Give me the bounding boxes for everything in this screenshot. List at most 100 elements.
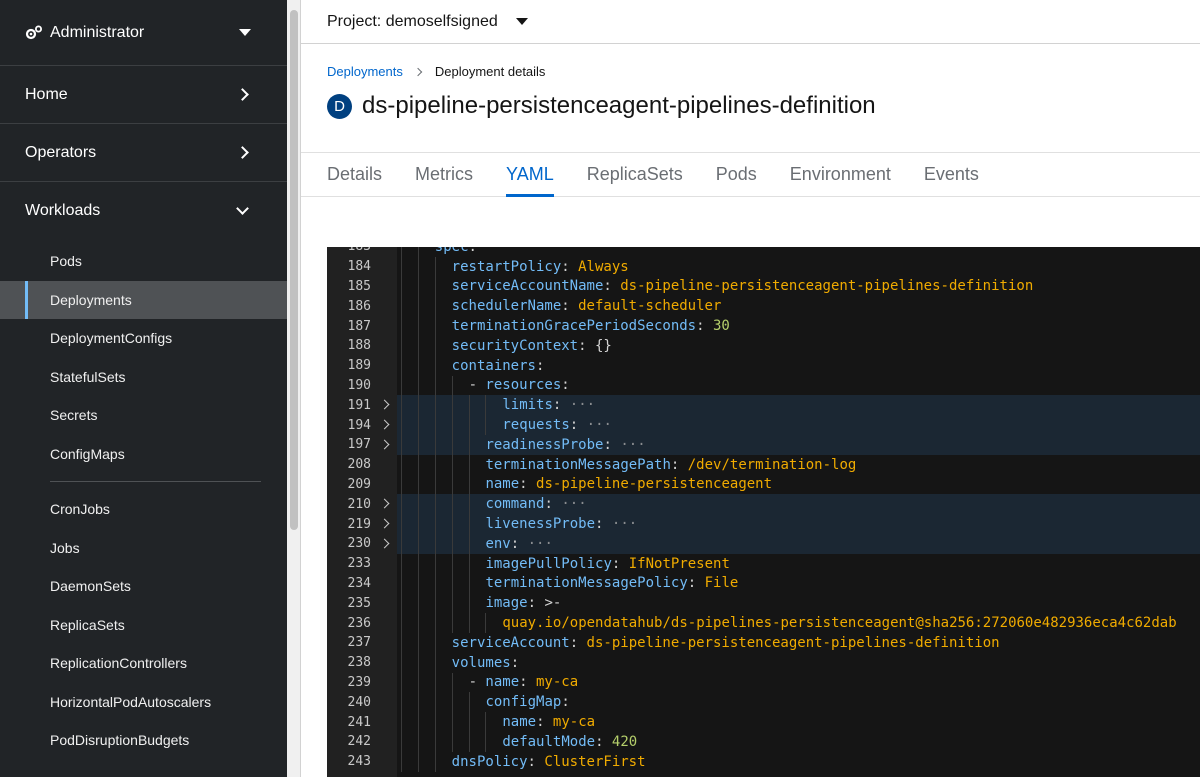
folded-ellipsis[interactable]: ··· (553, 496, 586, 512)
editor-line[interactable]: 190 - resources: (327, 375, 1200, 396)
folded-ellipsis[interactable]: ··· (603, 516, 637, 532)
indent-guide (451, 474, 469, 495)
fold-gutter (371, 455, 397, 475)
indent-guide (485, 415, 502, 435)
sidebar-item-statefulsets[interactable]: StatefulSets (0, 358, 287, 397)
editor-line[interactable]: 236 quay.io/opendatahub/ds-pipelines-pers… (327, 613, 1200, 633)
tab-replicasets[interactable]: ReplicaSets (587, 153, 683, 196)
editor-line[interactable]: 183 spec: (327, 247, 1200, 257)
editor-line[interactable]: 233 imagePullPolicy: IfNotPresent (327, 553, 1200, 574)
yaml-editor[interactable]: 183 spec: 184 restartPolicy: Always 185 servi… (327, 247, 1200, 777)
editor-line[interactable]: 210 command: ··· (327, 494, 1200, 515)
yaml-colon: : (603, 436, 612, 453)
sidebar-item-pods[interactable]: Pods (0, 242, 287, 281)
tab-environment[interactable]: Environment (790, 153, 891, 196)
yaml-value: 30 (712, 318, 730, 335)
indent-guide (434, 375, 452, 396)
scrollbar-thumb[interactable] (290, 10, 298, 530)
folded-ellipsis[interactable]: ··· (612, 437, 645, 453)
chevron-right-icon[interactable] (379, 399, 390, 410)
nav-section-operators[interactable]: Operators (0, 124, 287, 182)
fold-gutter[interactable] (371, 395, 397, 415)
chevron-right-icon[interactable] (379, 439, 390, 450)
indent-guide (417, 395, 435, 416)
editor-line[interactable]: 243 dnsPolicy: ClusterFirst (327, 751, 1200, 772)
yaml-key: resources (485, 377, 562, 394)
sidebar-item-horizontalpodautoscalers[interactable]: HorizontalPodAutoscalers (0, 683, 287, 722)
sidebar-item-cronjobs[interactable]: CronJobs (0, 490, 287, 529)
chevron-right-icon[interactable] (379, 419, 390, 430)
fold-gutter[interactable] (371, 534, 397, 554)
editor-line[interactable]: 230 env: ··· (327, 534, 1200, 554)
editor-line[interactable]: 191 limits: ··· (327, 395, 1200, 416)
folded-ellipsis[interactable]: ··· (561, 397, 595, 413)
editor-line[interactable]: 242 defaultMode: 420 (327, 732, 1200, 752)
breadcrumb-link-deployments[interactable]: Deployments (327, 64, 403, 79)
editor-line[interactable]: 239 - name: my-ca (327, 672, 1200, 693)
editor-line[interactable]: 184 restartPolicy: Always (327, 256, 1200, 277)
project-dropdown-label[interactable]: Project: demoselfsigned (327, 13, 498, 31)
sidebar-item-daemonsets[interactable]: DaemonSets (0, 567, 287, 606)
code-content: terminationMessagePolicy: File (397, 573, 1200, 594)
editor-line[interactable]: 197 readinessProbe: ··· (327, 435, 1200, 455)
editor-line[interactable]: 186 schedulerName: default-scheduler (327, 296, 1200, 317)
sidebar-item-deploymentconfigs[interactable]: DeploymentConfigs (0, 319, 287, 358)
chevron-right-icon[interactable] (379, 518, 390, 529)
editor-line[interactable]: 234 terminationMessagePolicy: File (327, 573, 1200, 594)
editor-line[interactable]: 235 image: >- (327, 593, 1200, 614)
yaml-colon: : (510, 654, 520, 671)
chevron-down-icon[interactable] (236, 202, 249, 215)
fold-gutter[interactable] (371, 494, 397, 514)
sidebar-item-configmaps[interactable]: ConfigMaps (0, 435, 287, 474)
editor-line[interactable]: 238 volumes: (327, 652, 1200, 673)
editor-line[interactable]: 185 serviceAccountName: ds-pipeline-persi… (327, 276, 1200, 297)
editor-line[interactable]: 208 terminationMessagePath: /dev/terminat… (327, 454, 1200, 475)
editor-line[interactable]: 187 terminationGracePeriodSeconds: 30 (327, 316, 1200, 336)
sidebar-scrollbar[interactable] (287, 0, 301, 777)
page-title: ds-pipeline-persistenceagent-pipelines-d… (362, 92, 876, 119)
fold-gutter[interactable] (371, 514, 397, 534)
yaml-value: >- (544, 595, 562, 612)
yaml-key: terminationMessagePath (485, 456, 671, 473)
editor-line[interactable]: 189 containers: (327, 355, 1200, 376)
yaml-key: requests (502, 417, 570, 434)
sidebar-item-deployments[interactable]: Deployments (0, 280, 287, 319)
sidebar-item-poddisruptionbudgets[interactable]: PodDisruptionBudgets (0, 721, 287, 760)
indent-guide (451, 732, 469, 752)
nav-section-home[interactable]: Home (0, 66, 287, 124)
folded-ellipsis[interactable]: ··· (519, 536, 553, 552)
editor-line[interactable]: 209 name: ds-pipeline-persistenceagent (327, 474, 1200, 495)
tab-details[interactable]: Details (327, 153, 382, 196)
line-number: 240 (347, 694, 371, 710)
yaml-value: ds-pipeline-persistenceagent (536, 476, 773, 493)
fold-gutter (371, 613, 397, 633)
editor-line[interactable]: 219 livenessProbe: ··· (327, 514, 1200, 534)
editor-line[interactable]: 240 configMap: (327, 692, 1200, 713)
fold-gutter (371, 752, 397, 772)
fold-gutter[interactable] (371, 415, 397, 435)
indent-guide (401, 751, 418, 772)
caret-down-icon[interactable] (515, 18, 528, 25)
sidebar-item-jobs[interactable]: Jobs (0, 529, 287, 568)
sidebar-item-secrets[interactable]: Secrets (0, 396, 287, 435)
folded-ellipsis[interactable]: ··· (578, 417, 612, 433)
editor-line[interactable]: 188 securityContext: {} (327, 336, 1200, 356)
sidebar-item-replicationcontrollers[interactable]: ReplicationControllers (0, 644, 287, 683)
tab-yaml[interactable]: YAML (506, 153, 554, 197)
perspective-label: Administrator (50, 23, 145, 41)
sidebar-item-replicasets[interactable]: ReplicaSets (0, 606, 287, 645)
editor-line[interactable]: 241 name: my-ca (327, 712, 1200, 732)
perspective-switcher[interactable]: Administrator (0, 0, 287, 66)
fold-gutter[interactable] (371, 435, 397, 455)
tab-metrics[interactable]: Metrics (415, 153, 473, 196)
indent-guide (451, 494, 469, 515)
editor-line[interactable]: 237 serviceAccount: ds-pipeline-persisten… (327, 633, 1200, 653)
chevron-right-icon[interactable] (379, 538, 390, 549)
fold-gutter (371, 653, 397, 673)
chevron-right-icon[interactable] (379, 498, 390, 509)
indent-guide (468, 435, 486, 455)
editor-line[interactable]: 194 requests: ··· (327, 415, 1200, 435)
tab-events[interactable]: Events (924, 153, 979, 196)
nav-section-workloads[interactable]: Workloads (0, 182, 287, 240)
tab-pods[interactable]: Pods (716, 153, 757, 196)
